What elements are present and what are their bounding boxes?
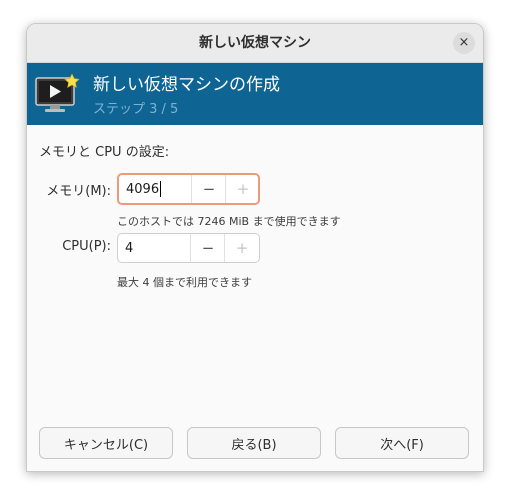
cpu-value: 4 xyxy=(125,240,134,256)
title-bar[interactable]: 新しい仮想マシン × xyxy=(27,24,483,63)
vm-monitor-icon xyxy=(35,74,80,112)
memory-hint: このホストでは 7246 MiB まで使用できます xyxy=(117,215,341,228)
cpu-decrement-button[interactable]: − xyxy=(190,234,225,262)
minus-icon: − xyxy=(201,239,215,257)
next-button[interactable]: 次へ(F) xyxy=(335,427,469,459)
minus-icon: − xyxy=(202,180,216,198)
close-button[interactable]: × xyxy=(453,32,475,54)
cpu-label: CPU(P): xyxy=(62,239,111,254)
cpu-input[interactable]: 4 xyxy=(125,234,133,262)
memory-spinbox[interactable]: 4096 − + xyxy=(117,173,260,205)
plus-icon: + xyxy=(235,239,249,257)
memory-label: メモリ(M): xyxy=(46,184,111,199)
cpu-increment-button[interactable]: + xyxy=(224,234,259,262)
text-caret xyxy=(160,181,162,197)
close-icon: × xyxy=(458,35,470,50)
cpu-spinbox[interactable]: 4 − + xyxy=(117,233,260,263)
section-title: メモリと CPU の設定: xyxy=(39,145,170,160)
cancel-button[interactable]: キャンセル(C) xyxy=(39,427,173,459)
plus-icon: + xyxy=(236,180,250,198)
window-title: 新しい仮想マシン xyxy=(199,35,311,51)
back-button[interactable]: 戻る(B) xyxy=(187,427,321,459)
new-vm-dialog: 新しい仮想マシン × 新しい仮想マシンの作成 ステップ 3 / 5 メモリと C… xyxy=(26,23,484,472)
memory-increment-button[interactable]: + xyxy=(225,175,260,203)
memory-input[interactable]: 4096 xyxy=(126,175,162,203)
wizard-title: 新しい仮想マシンの作成 xyxy=(93,75,280,95)
wizard-step-indicator: ステップ 3 / 5 xyxy=(93,102,179,117)
wizard-banner: 新しい仮想マシンの作成 ステップ 3 / 5 xyxy=(27,63,483,125)
memory-value: 4096 xyxy=(126,181,160,197)
memory-decrement-button[interactable]: − xyxy=(191,175,226,203)
cpu-hint: 最大 4 個まで利用できます xyxy=(117,276,252,289)
